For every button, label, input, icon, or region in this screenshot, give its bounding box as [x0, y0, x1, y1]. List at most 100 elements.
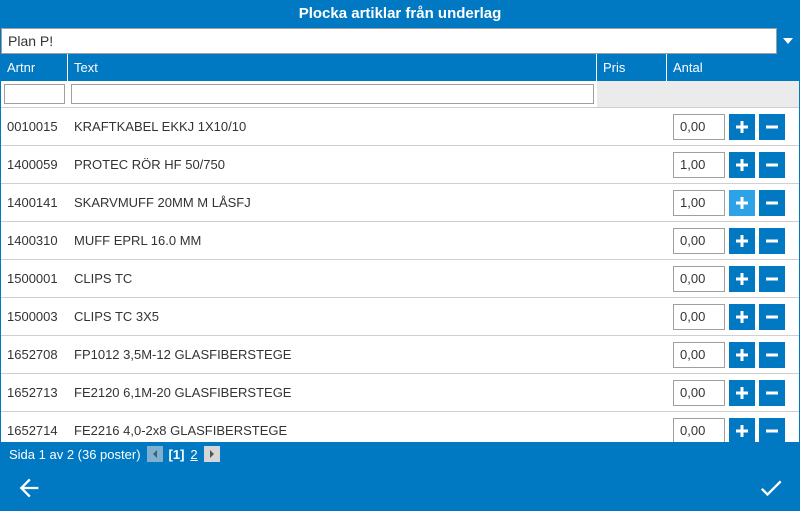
qty-minus-button[interactable] [759, 304, 785, 330]
back-arrow-icon[interactable] [15, 474, 43, 502]
cell-antal [667, 300, 799, 334]
cell-artnr: 1400141 [1, 191, 68, 214]
qty-plus-button[interactable] [729, 114, 755, 140]
cell-pris [597, 275, 667, 283]
qty-plus-button[interactable] [729, 190, 755, 216]
plus-icon [735, 386, 749, 400]
table-row: 1652708FP1012 3,5M-12 GLASFIBERSTEGE [1, 336, 799, 374]
pager-prev-button[interactable] [147, 446, 163, 462]
qty-plus-button[interactable] [729, 418, 755, 443]
cell-pris [597, 313, 667, 321]
table-body[interactable]: 0010015KRAFTKABEL EKKJ 1X10/101400059PRO… [1, 108, 799, 442]
confirm-check-icon[interactable] [757, 474, 785, 502]
table-row: 1652714FE2216 4,0-2x8 GLASFIBERSTEGE [1, 412, 799, 442]
cell-text: KRAFTKABEL EKKJ 1X10/10 [68, 115, 597, 138]
qty-plus-button[interactable] [729, 228, 755, 254]
pager-summary: Sida 1 av 2 (36 poster) [9, 447, 141, 462]
minus-icon [765, 386, 779, 400]
cell-artnr: 1400310 [1, 229, 68, 252]
qty-minus-button[interactable] [759, 342, 785, 368]
pager-next-button[interactable] [204, 446, 220, 462]
minus-icon [765, 310, 779, 324]
plan-dropdown-button[interactable] [777, 28, 799, 54]
cell-pris [597, 389, 667, 397]
cell-text: CLIPS TC [68, 267, 597, 290]
qty-input[interactable] [673, 342, 725, 368]
qty-minus-button[interactable] [759, 228, 785, 254]
header-artnr[interactable]: Artnr [1, 54, 68, 81]
bottom-bar [1, 466, 799, 510]
qty-minus-button[interactable] [759, 266, 785, 292]
cell-text: CLIPS TC 3X5 [68, 305, 597, 328]
cell-antal [667, 224, 799, 258]
qty-minus-button[interactable] [759, 380, 785, 406]
cell-text: FE2216 4,0-2x8 GLASFIBERSTEGE [68, 419, 597, 442]
cell-artnr: 1652713 [1, 381, 68, 404]
cell-antal [667, 262, 799, 296]
plus-icon [735, 310, 749, 324]
cell-artnr: 0010015 [1, 115, 68, 138]
minus-icon [765, 424, 779, 438]
qty-plus-button[interactable] [729, 380, 755, 406]
plan-dropdown-input[interactable] [1, 28, 777, 54]
qty-input[interactable] [673, 418, 725, 443]
chevron-right-icon [208, 450, 216, 458]
header-pris[interactable]: Pris [597, 54, 667, 81]
table-row: 1652713FE2120 6,1M-20 GLASFIBERSTEGE [1, 374, 799, 412]
qty-plus-button[interactable] [729, 342, 755, 368]
qty-minus-button[interactable] [759, 418, 785, 443]
cell-pris [597, 161, 667, 169]
header-antal[interactable]: Antal [667, 54, 799, 81]
chevron-left-icon [151, 450, 159, 458]
qty-minus-button[interactable] [759, 152, 785, 178]
cell-artnr: 1500001 [1, 267, 68, 290]
minus-icon [765, 120, 779, 134]
qty-input[interactable] [673, 228, 725, 254]
cell-artnr: 1400059 [1, 153, 68, 176]
cell-antal [667, 338, 799, 372]
app-window: Plocka artiklar från underlag Artnr Text… [0, 0, 800, 511]
filter-row [1, 81, 799, 108]
pager-page-2-link[interactable]: 2 [190, 447, 197, 462]
qty-plus-button[interactable] [729, 266, 755, 292]
table-row: 1500003CLIPS TC 3X5 [1, 298, 799, 336]
qty-plus-button[interactable] [729, 304, 755, 330]
minus-icon [765, 196, 779, 210]
qty-minus-button[interactable] [759, 190, 785, 216]
header-text[interactable]: Text [68, 54, 597, 81]
pager-current-page: [1] [169, 447, 185, 462]
cell-text: FE2120 6,1M-20 GLASFIBERSTEGE [68, 381, 597, 404]
filter-antal-spacer [667, 81, 799, 107]
qty-input[interactable] [673, 304, 725, 330]
minus-icon [765, 234, 779, 248]
minus-icon [765, 158, 779, 172]
cell-text: MUFF EPRL 16.0 MM [68, 229, 597, 252]
qty-minus-button[interactable] [759, 114, 785, 140]
qty-input[interactable] [673, 190, 725, 216]
minus-icon [765, 348, 779, 362]
qty-input[interactable] [673, 114, 725, 140]
filter-artnr-input[interactable] [4, 84, 65, 104]
cell-antal [667, 148, 799, 182]
cell-pris [597, 351, 667, 359]
plus-icon [735, 424, 749, 438]
qty-plus-button[interactable] [729, 152, 755, 178]
cell-artnr: 1652714 [1, 419, 68, 442]
plus-icon [735, 158, 749, 172]
cell-artnr: 1500003 [1, 305, 68, 328]
table-row: 1500001CLIPS TC [1, 260, 799, 298]
filter-text-input[interactable] [71, 84, 594, 104]
cell-pris [597, 237, 667, 245]
table-row: 1400141SKARVMUFF 20MM M LÅSFJ [1, 184, 799, 222]
cell-pris [597, 427, 667, 435]
table-header: Artnr Text Pris Antal [1, 54, 799, 81]
pager-bar: Sida 1 av 2 (36 poster) [1] 2 [1, 442, 799, 466]
qty-input[interactable] [673, 152, 725, 178]
qty-input[interactable] [673, 266, 725, 292]
window-title: Plocka artiklar från underlag [1, 1, 799, 28]
cell-pris [597, 123, 667, 131]
cell-text: FP1012 3,5M-12 GLASFIBERSTEGE [68, 343, 597, 366]
qty-input[interactable] [673, 380, 725, 406]
plus-icon [735, 196, 749, 210]
cell-text: SKARVMUFF 20MM M LÅSFJ [68, 191, 597, 214]
